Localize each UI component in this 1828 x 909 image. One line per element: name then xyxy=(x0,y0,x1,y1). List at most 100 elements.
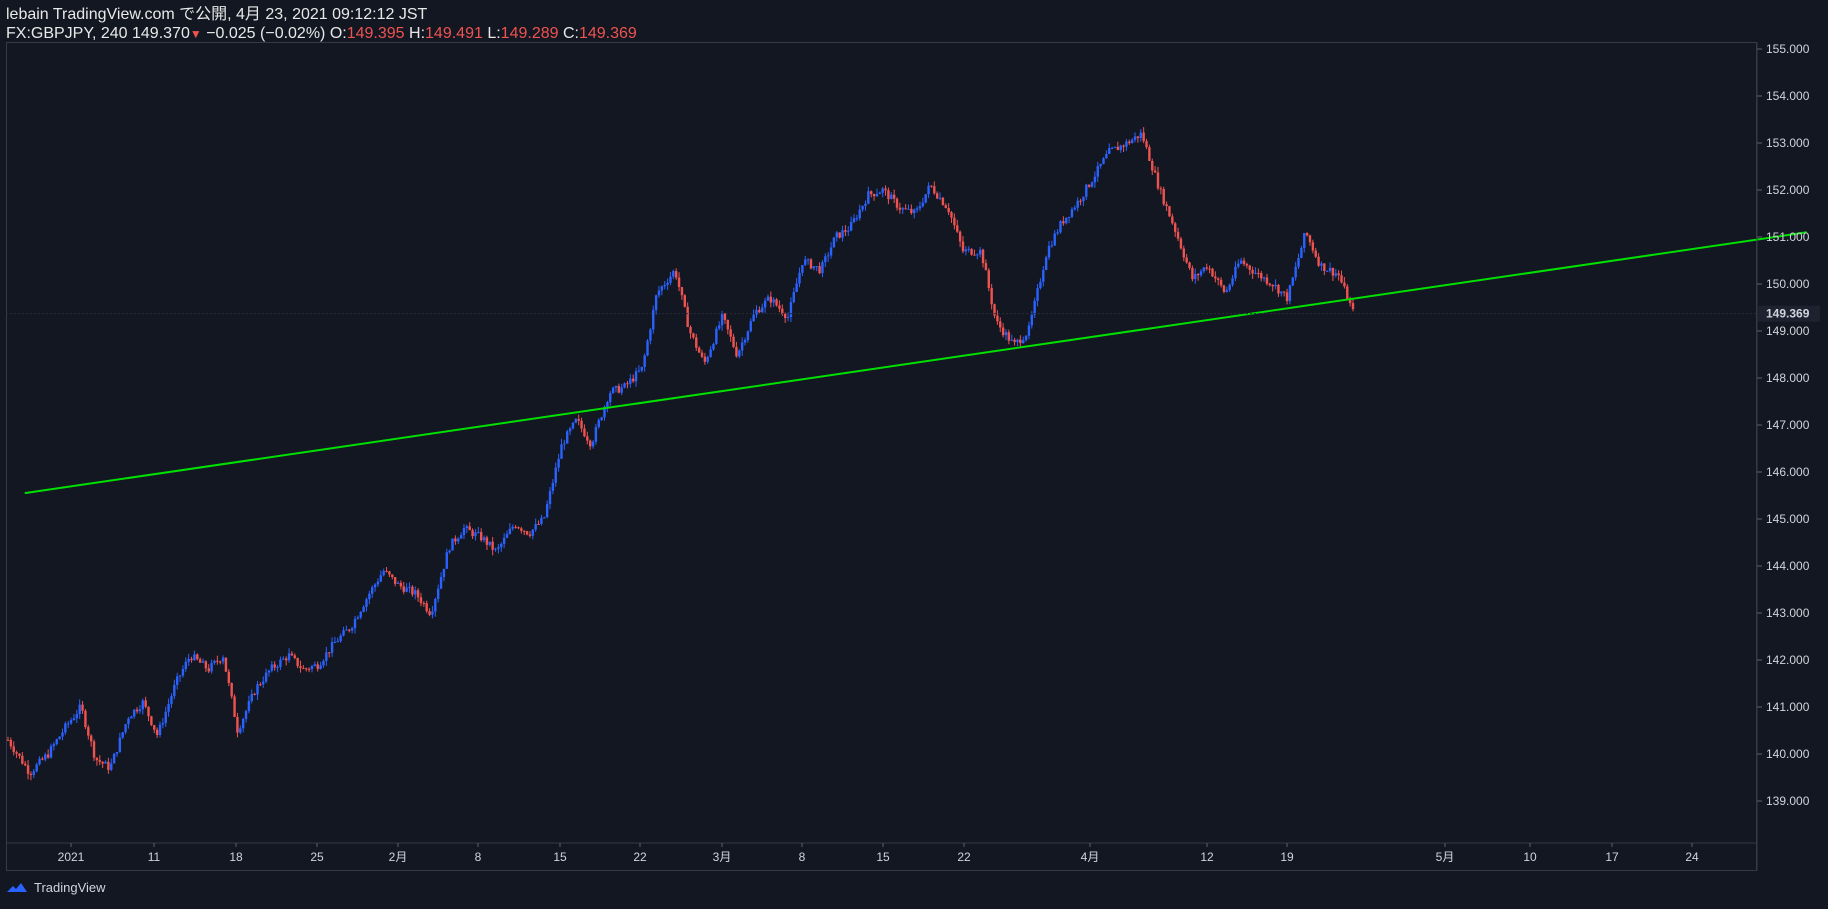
candle-body xyxy=(666,282,669,285)
candle-body xyxy=(692,333,695,338)
candle-body xyxy=(609,393,612,403)
candle-body xyxy=(921,202,925,207)
candle-body xyxy=(1225,290,1229,292)
candle-body xyxy=(95,757,99,761)
price-tick-label: 142.000 xyxy=(1766,653,1810,667)
candle-body xyxy=(1001,327,1005,336)
candle-body xyxy=(841,230,844,238)
candle-body xyxy=(706,356,709,362)
candle-body xyxy=(953,217,956,226)
candle-body xyxy=(614,385,618,388)
candle-body xyxy=(537,523,540,525)
candle-body xyxy=(847,230,850,232)
candle-body xyxy=(1036,288,1039,301)
candle-body xyxy=(425,603,428,612)
candle-body xyxy=(844,230,847,232)
candle-body xyxy=(611,387,615,394)
candle-body xyxy=(683,295,687,307)
candle-body xyxy=(1044,257,1048,270)
candle-body xyxy=(284,658,288,661)
candle-body xyxy=(640,366,643,371)
candle-body xyxy=(1208,268,1211,270)
candle-body xyxy=(545,504,549,518)
candle-body xyxy=(1053,233,1056,246)
candle-body xyxy=(1010,339,1013,341)
candle-body xyxy=(801,264,804,273)
candle-body xyxy=(1059,221,1062,233)
footer: TradingView xyxy=(6,880,106,895)
candle-body xyxy=(895,198,899,208)
candle-body xyxy=(1305,233,1309,236)
candle-body xyxy=(132,709,136,717)
candle-body xyxy=(732,336,735,347)
candle-body xyxy=(1280,291,1283,294)
candle-body xyxy=(878,192,882,195)
candle-body xyxy=(1337,273,1340,276)
price-tick-label: 148.000 xyxy=(1766,371,1810,385)
candle-body xyxy=(67,723,70,725)
candle-body xyxy=(78,704,81,715)
candle-body xyxy=(164,711,167,724)
candle-body xyxy=(1234,266,1237,279)
candle-body xyxy=(368,593,371,600)
candle-body xyxy=(1007,332,1011,341)
price-tick-label: 152.000 xyxy=(1766,183,1810,197)
tradingview-logo-icon[interactable] xyxy=(6,881,28,895)
candle-body xyxy=(1165,204,1168,207)
candle-body xyxy=(976,254,979,256)
candle-body xyxy=(821,262,824,274)
candle-body xyxy=(554,467,557,483)
candle-body xyxy=(735,346,738,357)
candle-body xyxy=(669,276,672,283)
price-chart[interactable]: 139.000 140.000 141.000 142.000 143.000 144.0… xyxy=(0,0,1828,909)
candle-body xyxy=(115,752,119,754)
candle-body xyxy=(29,773,33,775)
candle-body xyxy=(1262,277,1266,279)
candle-body xyxy=(1268,283,1272,285)
candle-body xyxy=(970,248,973,255)
candle-body xyxy=(1282,291,1286,293)
candle-body xyxy=(1179,238,1183,249)
candle-body xyxy=(1182,248,1185,258)
candle-body xyxy=(1145,141,1148,148)
candle-body xyxy=(864,203,867,206)
candle-body xyxy=(213,660,216,663)
candle-body xyxy=(1328,267,1332,271)
candle-body xyxy=(511,526,514,529)
price-tick-label: 150.000 xyxy=(1766,277,1810,291)
candle-body xyxy=(422,603,426,605)
time-tick-label: 19 xyxy=(1280,850,1294,864)
candle-body xyxy=(1076,200,1079,208)
candle-body xyxy=(898,207,902,210)
brand-label[interactable]: TradingView xyxy=(34,880,106,895)
candle-body xyxy=(221,657,225,662)
candle-body xyxy=(270,664,274,671)
candle-body xyxy=(262,681,265,685)
candle-body xyxy=(551,482,555,491)
candle-body xyxy=(282,658,285,660)
candle-body xyxy=(715,328,718,344)
candle-body xyxy=(457,538,460,542)
candle-body xyxy=(442,568,446,577)
candle-body xyxy=(1265,277,1269,284)
trendline[interactable] xyxy=(24,231,1807,495)
candle-body xyxy=(660,286,664,291)
time-tick-label: 5月 xyxy=(1436,850,1455,864)
time-tick-label: 2月 xyxy=(389,850,408,864)
candle-body xyxy=(307,668,311,670)
candle-body xyxy=(38,758,41,765)
candle-body xyxy=(1116,146,1120,151)
candle-body xyxy=(1090,182,1094,187)
candle-body xyxy=(867,191,870,204)
candle-body xyxy=(482,537,486,541)
price-tick-label: 155.000 xyxy=(1766,42,1810,56)
candle-body xyxy=(804,259,807,265)
time-tick-label: 22 xyxy=(633,850,647,864)
candle-body xyxy=(176,676,179,685)
candle-body xyxy=(812,266,816,269)
candle-body xyxy=(1222,285,1226,292)
candle-body xyxy=(944,205,947,209)
candle-body xyxy=(654,295,658,310)
candle-body xyxy=(147,706,150,717)
candle-body xyxy=(230,682,233,697)
